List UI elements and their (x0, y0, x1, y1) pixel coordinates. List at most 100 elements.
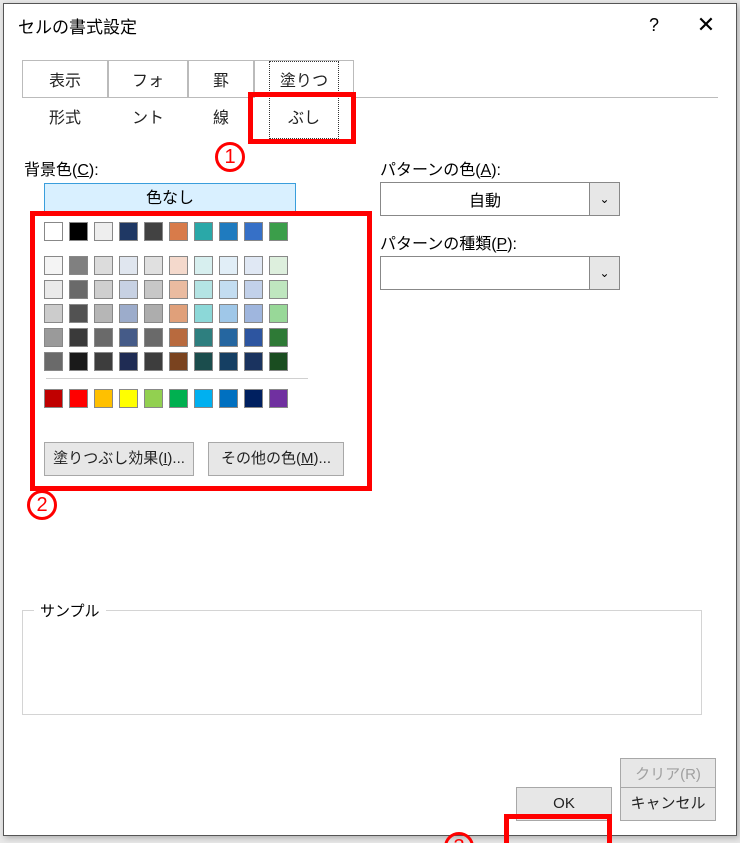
label-accel: A (481, 162, 492, 179)
color-swatch[interactable] (144, 304, 163, 323)
color-swatch[interactable] (44, 352, 63, 371)
color-swatch[interactable] (219, 256, 238, 275)
ok-button[interactable]: OK (516, 787, 612, 821)
color-swatch[interactable] (269, 304, 288, 323)
sample-label: サンプル (34, 600, 106, 621)
color-swatch[interactable] (169, 256, 188, 275)
chevron-down-icon[interactable]: ⌄ (589, 257, 619, 289)
color-swatch[interactable] (194, 256, 213, 275)
pattern-type-dropdown[interactable]: ⌄ (380, 256, 620, 290)
color-swatch[interactable] (169, 328, 188, 347)
color-swatch[interactable] (269, 280, 288, 299)
tab-border[interactable]: 罫線 (188, 60, 254, 97)
color-swatch[interactable] (169, 389, 188, 408)
color-swatch[interactable] (219, 280, 238, 299)
color-swatch[interactable] (44, 280, 63, 299)
color-swatch[interactable] (169, 304, 188, 323)
color-swatch[interactable] (144, 352, 163, 371)
color-swatch[interactable] (94, 304, 113, 323)
dialog-title: セルの書式設定 (18, 13, 628, 38)
color-swatch[interactable] (144, 256, 163, 275)
color-swatch[interactable] (119, 389, 138, 408)
close-button[interactable]: ✕ (680, 6, 732, 44)
sample-frame (22, 610, 702, 715)
color-swatch[interactable] (169, 280, 188, 299)
color-swatch[interactable] (269, 256, 288, 275)
color-swatch[interactable] (94, 280, 113, 299)
color-swatch[interactable] (119, 256, 138, 275)
color-swatch[interactable] (69, 304, 88, 323)
color-swatch[interactable] (244, 222, 263, 241)
color-swatch[interactable] (44, 328, 63, 347)
color-swatch[interactable] (69, 256, 88, 275)
button-label: その他の色( (221, 450, 301, 467)
color-swatch[interactable] (269, 389, 288, 408)
color-swatch[interactable] (119, 280, 138, 299)
color-swatch[interactable] (219, 328, 238, 347)
color-swatch[interactable] (219, 304, 238, 323)
color-swatch[interactable] (94, 352, 113, 371)
palette-row (44, 352, 310, 372)
color-swatch[interactable] (144, 328, 163, 347)
color-swatch[interactable] (69, 222, 88, 241)
color-swatch[interactable] (69, 328, 88, 347)
tab-label: 表示形式 (37, 61, 93, 139)
tab-label: 塗りつぶし (269, 61, 339, 139)
color-swatch[interactable] (244, 328, 263, 347)
color-swatch[interactable] (144, 389, 163, 408)
color-swatch[interactable] (169, 352, 188, 371)
color-swatch[interactable] (69, 389, 88, 408)
color-swatch[interactable] (219, 222, 238, 241)
color-swatch[interactable] (119, 352, 138, 371)
color-swatch[interactable] (269, 352, 288, 371)
color-swatch[interactable] (244, 256, 263, 275)
fill-effects-button[interactable]: 塗りつぶし効果(I)... (44, 442, 194, 476)
tab-fill[interactable]: 塗りつぶし (254, 60, 354, 98)
color-swatch[interactable] (244, 304, 263, 323)
color-swatch[interactable] (69, 352, 88, 371)
color-swatch[interactable] (194, 352, 213, 371)
color-swatch[interactable] (94, 389, 113, 408)
pattern-color-dropdown[interactable]: 自動 ⌄ (380, 182, 620, 216)
color-swatch[interactable] (119, 304, 138, 323)
color-swatch[interactable] (194, 304, 213, 323)
color-swatch[interactable] (119, 328, 138, 347)
palette-row (44, 389, 310, 409)
tab-font[interactable]: フォント (108, 60, 188, 97)
color-swatch[interactable] (269, 328, 288, 347)
cancel-button[interactable]: キャンセル (620, 787, 716, 821)
color-swatch[interactable] (244, 280, 263, 299)
color-swatch[interactable] (244, 352, 263, 371)
button-label: 塗りつぶし効果( (53, 450, 163, 467)
help-button[interactable]: ? (628, 6, 680, 44)
color-swatch[interactable] (44, 256, 63, 275)
label-pattern-type: パターンの種類(P): (380, 230, 517, 254)
color-swatch[interactable] (244, 389, 263, 408)
color-swatch[interactable] (94, 222, 113, 241)
color-swatch[interactable] (94, 328, 113, 347)
sample-groupbox: サンプル (22, 600, 702, 705)
tab-number-format[interactable]: 表示形式 (22, 60, 108, 97)
annotation-badge-2: 2 (27, 490, 57, 520)
color-swatch[interactable] (194, 222, 213, 241)
color-swatch[interactable] (194, 389, 213, 408)
chevron-down-icon[interactable]: ⌄ (589, 183, 619, 215)
color-swatch[interactable] (44, 222, 63, 241)
more-colors-button[interactable]: その他の色(M)... (208, 442, 344, 476)
palette-row (44, 304, 310, 324)
color-swatch[interactable] (269, 222, 288, 241)
color-swatch[interactable] (169, 222, 188, 241)
color-swatch[interactable] (69, 280, 88, 299)
color-swatch[interactable] (194, 328, 213, 347)
color-swatch[interactable] (144, 222, 163, 241)
no-color-button[interactable]: 色なし (44, 183, 296, 215)
color-swatch[interactable] (144, 280, 163, 299)
color-swatch[interactable] (44, 304, 63, 323)
label-text: 背景色( (24, 162, 77, 179)
color-swatch[interactable] (219, 352, 238, 371)
color-swatch[interactable] (194, 280, 213, 299)
color-swatch[interactable] (94, 256, 113, 275)
color-swatch[interactable] (44, 389, 63, 408)
color-swatch[interactable] (219, 389, 238, 408)
color-swatch[interactable] (119, 222, 138, 241)
